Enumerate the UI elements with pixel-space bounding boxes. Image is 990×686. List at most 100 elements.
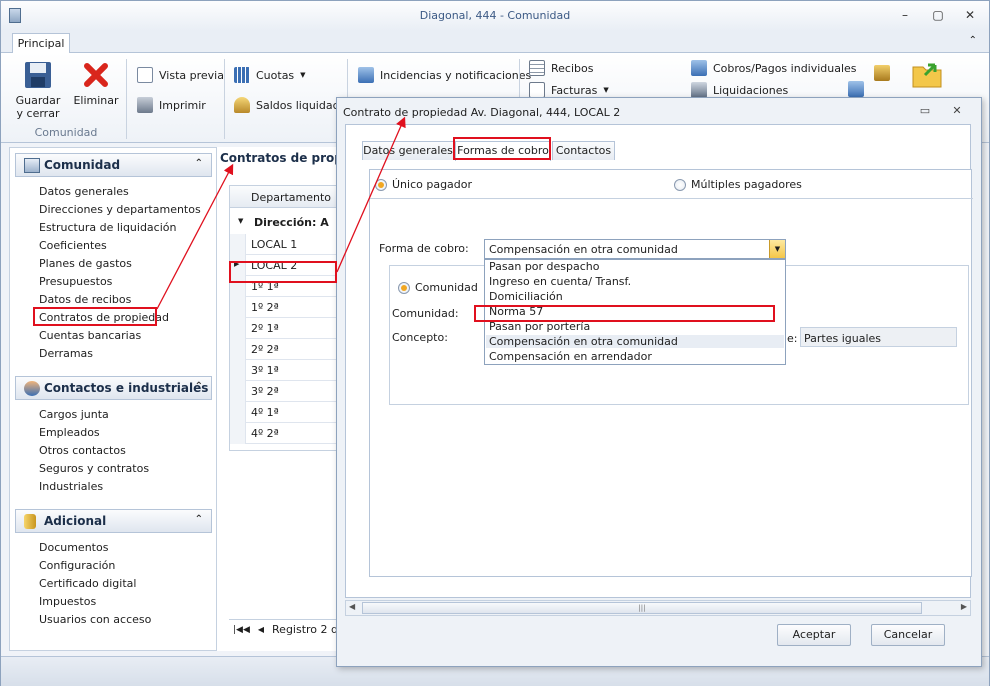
delete-button[interactable]: Eliminar [73, 61, 119, 107]
scroll-right-icon[interactable]: ▶ [961, 602, 967, 611]
sidebar-item-certificado[interactable]: Certificado digital [39, 577, 136, 591]
sidebar-item-datos-recibos[interactable]: Datos de recibos [39, 293, 131, 307]
radio-unselected-icon [674, 178, 686, 191]
close-icon[interactable]: ✕ [961, 7, 979, 23]
table-row[interactable]: 2º 2ª [230, 339, 342, 360]
table-row[interactable]: 4º 1ª [230, 402, 342, 423]
save-close-button[interactable]: Guardar y cerrar [13, 61, 63, 120]
divider [370, 198, 973, 199]
row-label: 2º 1ª [251, 322, 279, 335]
payment-method-value: Compensación en otra comunidad [489, 243, 678, 256]
sidebar-item-presupuestos[interactable]: Presupuestos [39, 275, 112, 289]
highlight-box [453, 137, 551, 160]
sidebar-item-usuarios[interactable]: Usuarios con acceso [39, 613, 151, 627]
accept-button[interactable]: Aceptar [777, 624, 851, 646]
table-row[interactable]: LOCAL 1 [230, 234, 342, 255]
tab-datos-generales[interactable]: Datos generales [362, 141, 454, 160]
ribbon-tabs: Principal ⌃ [1, 31, 989, 54]
sidebar-item-derramas[interactable]: Derramas [39, 347, 93, 361]
table-row[interactable]: 2º 1ª [230, 318, 342, 339]
scroll-thumb[interactable]: ||| [362, 602, 922, 614]
chevron-up-icon[interactable]: ⌃ [969, 35, 977, 46]
horizontal-scrollbar[interactable]: ◀ ||| ▶ [345, 600, 971, 616]
payment-method-select[interactable]: Compensación en otra comunidad ▼ [484, 239, 786, 259]
individual-payments-button[interactable]: Cobros/Pagos individuales [691, 59, 857, 77]
edit-icon[interactable] [848, 81, 864, 97]
calendar-grid-icon [234, 67, 250, 83]
row-label: 3º 1ª [251, 364, 279, 377]
column-header-departamento[interactable]: Departamento [230, 186, 342, 208]
sidebar-item-cuentas[interactable]: Cuentas bancarias [39, 329, 141, 343]
scroll-left-icon[interactable]: ◀ [349, 602, 355, 611]
panel-head-comunidad[interactable]: Comunidad ⌃ [15, 153, 212, 177]
dropdown-option[interactable]: Compensación en arrendador [489, 350, 652, 363]
sidebar-item-estructura[interactable]: Estructura de liquidación [39, 221, 176, 235]
chevron-up-icon[interactable]: ⌃ [195, 514, 203, 525]
incidents-label: Incidencias y notificaciones [380, 68, 532, 82]
table-row[interactable]: 4º 2ª [230, 423, 342, 444]
dropdown-arrow-icon: ▼ [300, 71, 306, 79]
contract-dialog: Contrato de propiedad Av. Diagonal, 444,… [336, 97, 982, 667]
chevron-up-icon[interactable]: ⌃ [195, 158, 203, 169]
sidebar-item-configuracion[interactable]: Configuración [39, 559, 115, 573]
concept-value-field: Partes iguales [800, 327, 957, 347]
sidebar-item-coeficientes[interactable]: Coeficientes [39, 239, 107, 253]
panel-title: Contactos e industriales [44, 381, 209, 395]
preview-label: Vista previa [159, 68, 224, 82]
table-row[interactable]: 3º 2ª [230, 381, 342, 402]
sidebar: Comunidad ⌃ Datos generales Direcciones … [9, 147, 217, 651]
panel-head-adicional[interactable]: Adicional ⌃ [15, 509, 212, 533]
fees-button[interactable]: Cuotas ▼ [234, 66, 306, 84]
tab-principal[interactable]: Principal [12, 33, 70, 54]
receipts-button[interactable]: Recibos [529, 59, 593, 77]
dropdown-option[interactable]: Ingreso en cuenta/ Transf. [489, 275, 631, 288]
group-row[interactable]: ▼ Dirección: A [230, 209, 342, 233]
sidebar-item-otros[interactable]: Otros contactos [39, 444, 126, 458]
notification-icon [358, 67, 374, 83]
cylinder-icon [24, 514, 36, 529]
floppy-disk-icon [25, 62, 51, 88]
minimize-icon[interactable]: – [896, 7, 914, 23]
dropdown-option-selected[interactable]: Compensación en otra comunidad [486, 335, 784, 348]
cancel-button[interactable]: Cancelar [871, 624, 945, 646]
sidebar-item-impuestos[interactable]: Impuestos [39, 595, 96, 609]
dropdown-option[interactable]: Pasan por despacho [489, 260, 600, 273]
sidebar-item-empleados[interactable]: Empleados [39, 426, 100, 440]
chevron-down-icon[interactable]: ▼ [769, 240, 785, 258]
sidebar-item-cargos[interactable]: Cargos junta [39, 408, 109, 422]
dialog-body: Datos generales Formas de cobro Contacto… [345, 124, 973, 598]
export-folder-icon[interactable] [911, 59, 943, 91]
sidebar-item-direcciones[interactable]: Direcciones y departamentos [39, 203, 201, 217]
print-button[interactable]: Imprimir [137, 96, 206, 114]
prev-page-icon[interactable]: ◀ [258, 625, 264, 634]
sidebar-item-seguros[interactable]: Seguros y contratos [39, 462, 149, 476]
preview-button[interactable]: Vista previa [137, 66, 224, 84]
community-label: Comunidad: [392, 307, 459, 320]
person-card-icon [691, 60, 707, 76]
maximize-icon[interactable]: ▢ [929, 7, 947, 23]
panel-head-contactos[interactable]: Contactos e industriales ⌃ [15, 376, 212, 400]
single-payer-radio[interactable]: Único pagador [375, 178, 472, 191]
sidebar-item-datos-generales[interactable]: Datos generales [39, 185, 129, 199]
sidebar-item-industriales[interactable]: Industriales [39, 480, 103, 494]
restore-icon[interactable]: ▭ [917, 104, 933, 118]
pager-status: Registro 2 de [272, 623, 345, 636]
table-row[interactable]: 1º 2ª [230, 297, 342, 318]
community-radio[interactable]: Comunidad [398, 281, 478, 294]
sidebar-item-documentos[interactable]: Documentos [39, 541, 108, 555]
dropdown-option[interactable]: Domiciliación [489, 290, 563, 303]
payment-method-label: Forma de cobro: [379, 242, 469, 255]
chevron-up-icon[interactable]: ⌃ [195, 381, 203, 392]
close-icon[interactable]: ✕ [949, 104, 965, 118]
dialog-title: Contrato de propiedad Av. Diagonal, 444,… [343, 106, 621, 119]
user-info-icon[interactable] [848, 59, 864, 75]
tab-contactos[interactable]: Contactos [552, 141, 615, 160]
table-row[interactable]: 3º 1ª [230, 360, 342, 381]
first-page-icon[interactable]: |◀◀ [233, 625, 250, 635]
briefcase-icon[interactable] [874, 65, 890, 81]
single-payer-label: Único pagador [392, 178, 473, 191]
sidebar-item-planes-gastos[interactable]: Planes de gastos [39, 257, 132, 271]
incidents-button[interactable]: Incidencias y notificaciones [358, 66, 531, 84]
receipts-label: Recibos [551, 61, 594, 75]
multiple-payers-radio[interactable]: Múltiples pagadores [674, 178, 802, 191]
